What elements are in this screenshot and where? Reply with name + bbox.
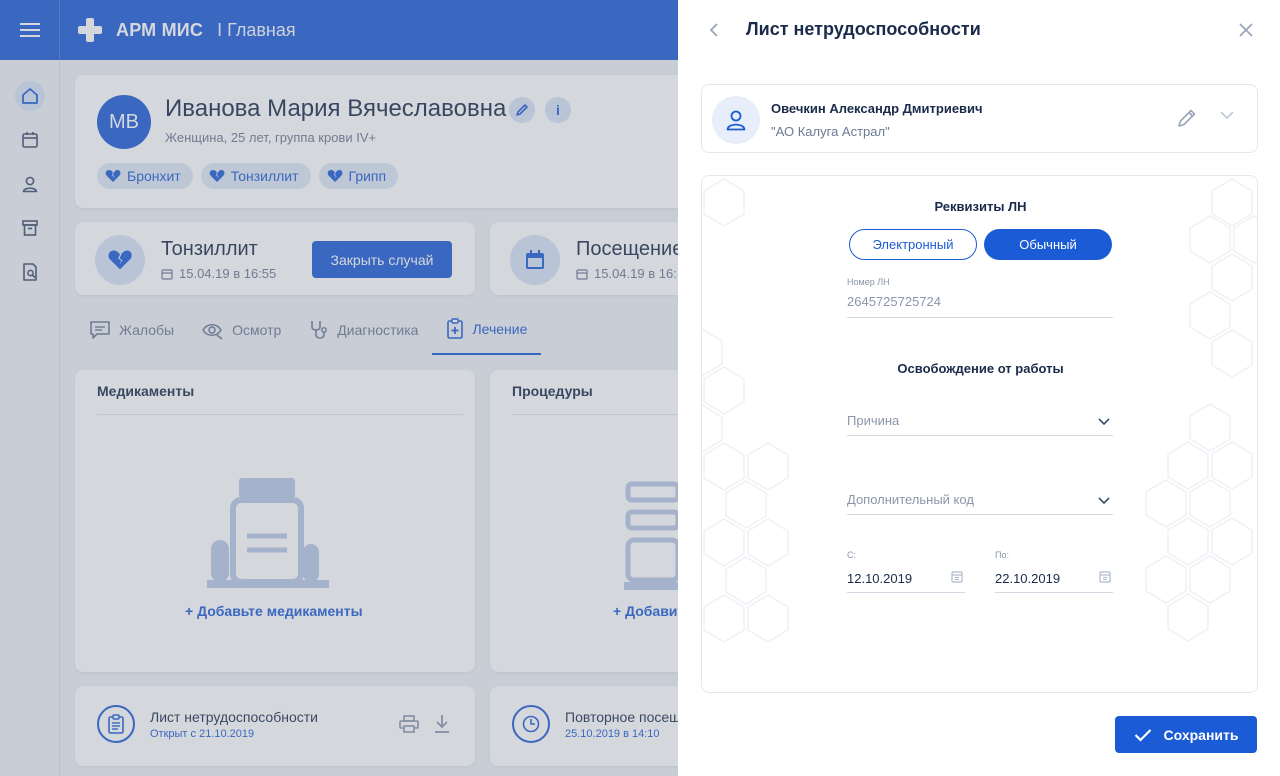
close-button[interactable] (1234, 18, 1258, 42)
reason-select[interactable]: Причина (847, 406, 1113, 436)
extra-code-placeholder: Дополнительный код (847, 492, 974, 507)
doctor-card[interactable]: Овечкин Александр Дмитриевич "АО Калуга … (701, 84, 1258, 153)
pencil-icon[interactable] (1176, 107, 1198, 129)
option-electronic-button[interactable]: Электронный (849, 229, 977, 260)
chevron-down-icon[interactable] (1219, 109, 1235, 121)
checkmark-icon (1134, 728, 1151, 742)
close-icon (1239, 23, 1253, 37)
drawer-title: Лист нетрудоспособности (746, 19, 981, 39)
date-from-value: 12.10.2019 (847, 571, 913, 586)
option-regular-button[interactable]: Обычный (984, 229, 1112, 260)
modal-backdrop[interactable] (0, 0, 678, 776)
calendar-icon[interactable] (951, 570, 963, 583)
date-to-value: 22.10.2019 (995, 571, 1061, 586)
save-button[interactable]: Сохранить (1115, 716, 1257, 753)
drawer-header: Лист нетрудоспособности (678, 0, 1280, 60)
date-to-field[interactable]: По: 22.10.2019 (995, 548, 1113, 593)
date-from-field[interactable]: С: 12.10.2019 (847, 548, 965, 593)
sick-leave-number-field[interactable]: Номер ЛН 2645725725724 (847, 276, 1113, 318)
doctor-avatar (712, 96, 760, 144)
requisites-title: Реквизиты ЛН (934, 199, 1027, 214)
chevron-down-icon (1098, 418, 1110, 426)
form-content: Реквизиты ЛН Электронный Обычный Номер Л… (702, 176, 1257, 692)
field-label: Номер ЛН (847, 277, 890, 287)
field-label: С: (847, 550, 856, 560)
calendar-icon[interactable] (1099, 570, 1111, 583)
release-title: Освобождение от работы (897, 361, 1064, 376)
sick-leave-drawer: Лист нетрудоспособности Овечкин Александ… (678, 0, 1280, 776)
reason-placeholder: Причина (847, 413, 900, 428)
extra-code-select[interactable]: Дополнительный код (847, 485, 1113, 515)
doctor-name: Овечкин Александр Дмитриевич (771, 101, 983, 116)
sick-leave-form: Реквизиты ЛН Электронный Обычный Номер Л… (701, 175, 1258, 693)
user-icon (726, 110, 746, 131)
save-label: Сохранить (1163, 726, 1239, 743)
chevron-left-icon (709, 23, 718, 37)
back-button[interactable] (702, 18, 726, 42)
field-label: По: (995, 550, 1009, 560)
chevron-down-icon (1098, 497, 1110, 505)
doctor-organization: "АО Калуга Астрал" (771, 124, 890, 139)
sick-leave-number-value: 2645725725724 (847, 294, 941, 309)
